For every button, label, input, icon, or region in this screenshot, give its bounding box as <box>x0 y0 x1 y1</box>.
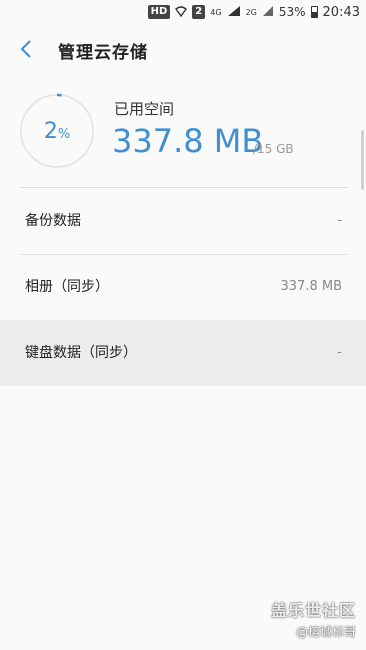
item-label: 备份数据 <box>25 213 81 229</box>
watermark-title: 盖乐世社区 <box>270 601 356 620</box>
signal-2-icon <box>262 5 274 20</box>
app-header: 管理云存储 <box>0 24 366 74</box>
item-label: 键盘数据（同步） <box>25 345 137 361</box>
usage-percent: 2% <box>19 93 95 169</box>
signal-icon <box>227 5 241 20</box>
chevron-left-icon[interactable] <box>16 38 38 60</box>
page-title: 管理云存储 <box>58 43 148 63</box>
wifi-icon <box>175 5 188 20</box>
item-value: - <box>337 213 342 228</box>
network-2g-label: 2G <box>245 7 257 17</box>
total-space-value: /15 GB <box>253 142 294 156</box>
item-value: - <box>337 345 342 360</box>
item-value: 337.8 MB <box>280 279 342 294</box>
status-bar: HD 2 4G 2G 53% 20:43 <box>0 0 366 24</box>
watermark-author: @榕城标哥 <box>295 625 356 639</box>
battery-icon <box>310 6 318 18</box>
list-item-keyboard-sync[interactable]: 键盘数据（同步） - <box>0 320 366 386</box>
scroll-indicator <box>361 130 364 190</box>
list-item-gallery-sync[interactable]: 相册（同步） 337.8 MB <box>0 254 366 320</box>
sim-badge: 2 <box>192 5 206 19</box>
clock: 20:43 <box>322 4 360 20</box>
watermark: 盖乐世社区 @榕城标哥 <box>271 597 356 640</box>
usage-percent-number: 2 <box>43 118 58 144</box>
hd-badge: HD <box>147 5 171 19</box>
battery-percent: 53% <box>278 5 306 19</box>
usage-percent-symbol: % <box>57 126 71 142</box>
used-space-value: 337.8 MB <box>112 122 264 160</box>
list-item-backup-data[interactable]: 备份数据 - <box>0 188 366 254</box>
item-label: 相册（同步） <box>25 279 109 295</box>
network-4g-label: 4G <box>210 7 222 17</box>
used-space-label: 已用空间 <box>114 100 175 118</box>
